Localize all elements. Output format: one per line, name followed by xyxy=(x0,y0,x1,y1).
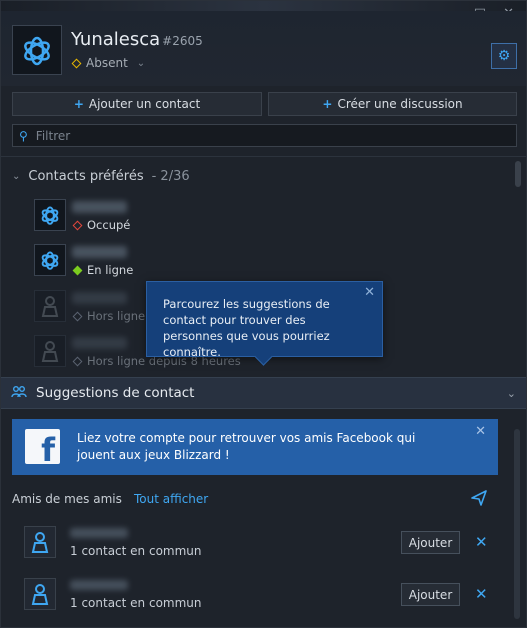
suggestion-item: 1 contact en commun Ajouter ✕ xyxy=(24,526,504,560)
suggestions-scrollbar[interactable] xyxy=(514,429,520,619)
contacts-scrollbar[interactable] xyxy=(515,161,521,187)
contact-avatar xyxy=(34,199,66,231)
divider xyxy=(1,156,526,157)
facebook-banner-text: Liez votre compte pour retrouver vos ami… xyxy=(77,431,416,462)
chevron-down-icon: ⌄ xyxy=(136,57,146,69)
contact-name-blurred xyxy=(72,246,127,258)
tooltip-text: Parcourez les suggestions de contact pou… xyxy=(163,297,330,359)
contact-name-blurred xyxy=(70,580,128,590)
people-icon xyxy=(11,385,27,402)
avatar[interactable] xyxy=(12,25,62,75)
suggestions-header[interactable]: Suggestions de contact ⌄ xyxy=(1,377,526,409)
plus-icon: + xyxy=(322,97,333,111)
user-silhouette-icon xyxy=(41,296,59,317)
dismiss-icon[interactable]: ✕ xyxy=(475,533,488,551)
chevron-down-icon: ⌄ xyxy=(506,386,516,400)
profile-header: Yunalesca #2605 Absent ⌄ ⚙ xyxy=(1,11,526,86)
suggestions-title: Suggestions de contact xyxy=(36,385,195,401)
chevron-down-icon: ⌄ xyxy=(12,171,21,182)
away-status-icon xyxy=(71,58,82,68)
contact-name-blurred xyxy=(72,292,127,304)
status-text: Hors ligne xyxy=(87,309,146,323)
battlenet-friends-window: — □ ✕ Yunalesca#2605 Absent ⌄ ⚙ + xyxy=(0,0,527,628)
favorites-count: - 2/36 xyxy=(151,169,190,184)
show-all-link[interactable]: Tout afficher xyxy=(134,492,208,506)
add-button[interactable]: Ajouter xyxy=(401,583,460,606)
contact-avatar xyxy=(24,526,56,558)
add-contact-label: Ajouter un contact xyxy=(88,97,201,111)
status-selector[interactable]: Absent ⌄ xyxy=(71,56,146,70)
battletag-name: Yunalesca xyxy=(71,29,161,50)
offline-status-icon xyxy=(72,356,83,366)
status-label: Absent xyxy=(86,56,128,70)
favorites-title: Contacts préférés xyxy=(28,169,144,184)
contact-avatar xyxy=(34,335,66,367)
tooltip-tail xyxy=(254,347,273,366)
search-icon: ⚲ xyxy=(19,128,28,143)
busy-status-icon xyxy=(72,220,83,230)
share-icon[interactable] xyxy=(470,490,488,510)
create-discussion-button[interactable]: + Créer une discussion xyxy=(268,92,517,116)
contact-name-blurred xyxy=(72,201,127,213)
favorites-header[interactable]: ⌄ Contacts préférés - 2/36 xyxy=(12,169,190,184)
create-discussion-label: Créer une discussion xyxy=(337,97,463,111)
close-icon[interactable]: ✕ xyxy=(364,285,375,301)
contact-status: En ligne xyxy=(72,263,134,277)
status-text: En ligne xyxy=(87,263,134,277)
user-silhouette-icon xyxy=(31,532,49,553)
battlenet-logo-icon xyxy=(41,206,59,225)
settings-button[interactable]: ⚙ xyxy=(491,43,517,69)
plus-icon: + xyxy=(73,97,84,111)
status-text: Occupé xyxy=(87,218,131,232)
friends-of-friends-label: Amis de mes amis xyxy=(12,492,122,506)
battletag-number: #2605 xyxy=(162,34,203,48)
common-contacts-text: 1 contact en commun xyxy=(70,544,202,558)
suggestions-tooltip: Parcourez les suggestions de contact pou… xyxy=(146,281,383,366)
contact-status: Occupé xyxy=(72,218,131,232)
dismiss-icon[interactable]: ✕ xyxy=(475,585,488,603)
contact-status: Hors ligne xyxy=(72,309,146,323)
contact-name-blurred xyxy=(70,528,128,538)
contact-avatar xyxy=(34,244,66,276)
add-button[interactable]: Ajouter xyxy=(401,531,460,554)
common-contacts-text: 1 contact en commun xyxy=(70,596,202,610)
battlenet-logo-icon xyxy=(41,251,59,270)
facebook-icon: f xyxy=(25,429,60,464)
add-contact-button[interactable]: + Ajouter un contact xyxy=(12,92,262,116)
suggestion-item: 1 contact en commun Ajouter ✕ xyxy=(24,578,504,612)
contact-name-blurred xyxy=(72,337,127,349)
battlenet-logo-icon xyxy=(24,36,50,66)
contact-avatar xyxy=(24,578,56,610)
filter-input[interactable] xyxy=(33,127,498,144)
profile-name[interactable]: Yunalesca #2605 xyxy=(71,29,203,50)
facebook-link-banner[interactable]: f Liez votre compte pour retrouver vos a… xyxy=(12,419,498,475)
user-silhouette-icon xyxy=(31,584,49,605)
gear-icon: ⚙ xyxy=(497,48,511,64)
close-icon[interactable]: ✕ xyxy=(475,424,486,439)
filter-box: ⚲ xyxy=(12,124,517,147)
offline-status-icon xyxy=(72,311,83,321)
user-silhouette-icon xyxy=(41,341,59,362)
contact-avatar xyxy=(34,290,66,322)
online-status-icon xyxy=(72,265,83,275)
